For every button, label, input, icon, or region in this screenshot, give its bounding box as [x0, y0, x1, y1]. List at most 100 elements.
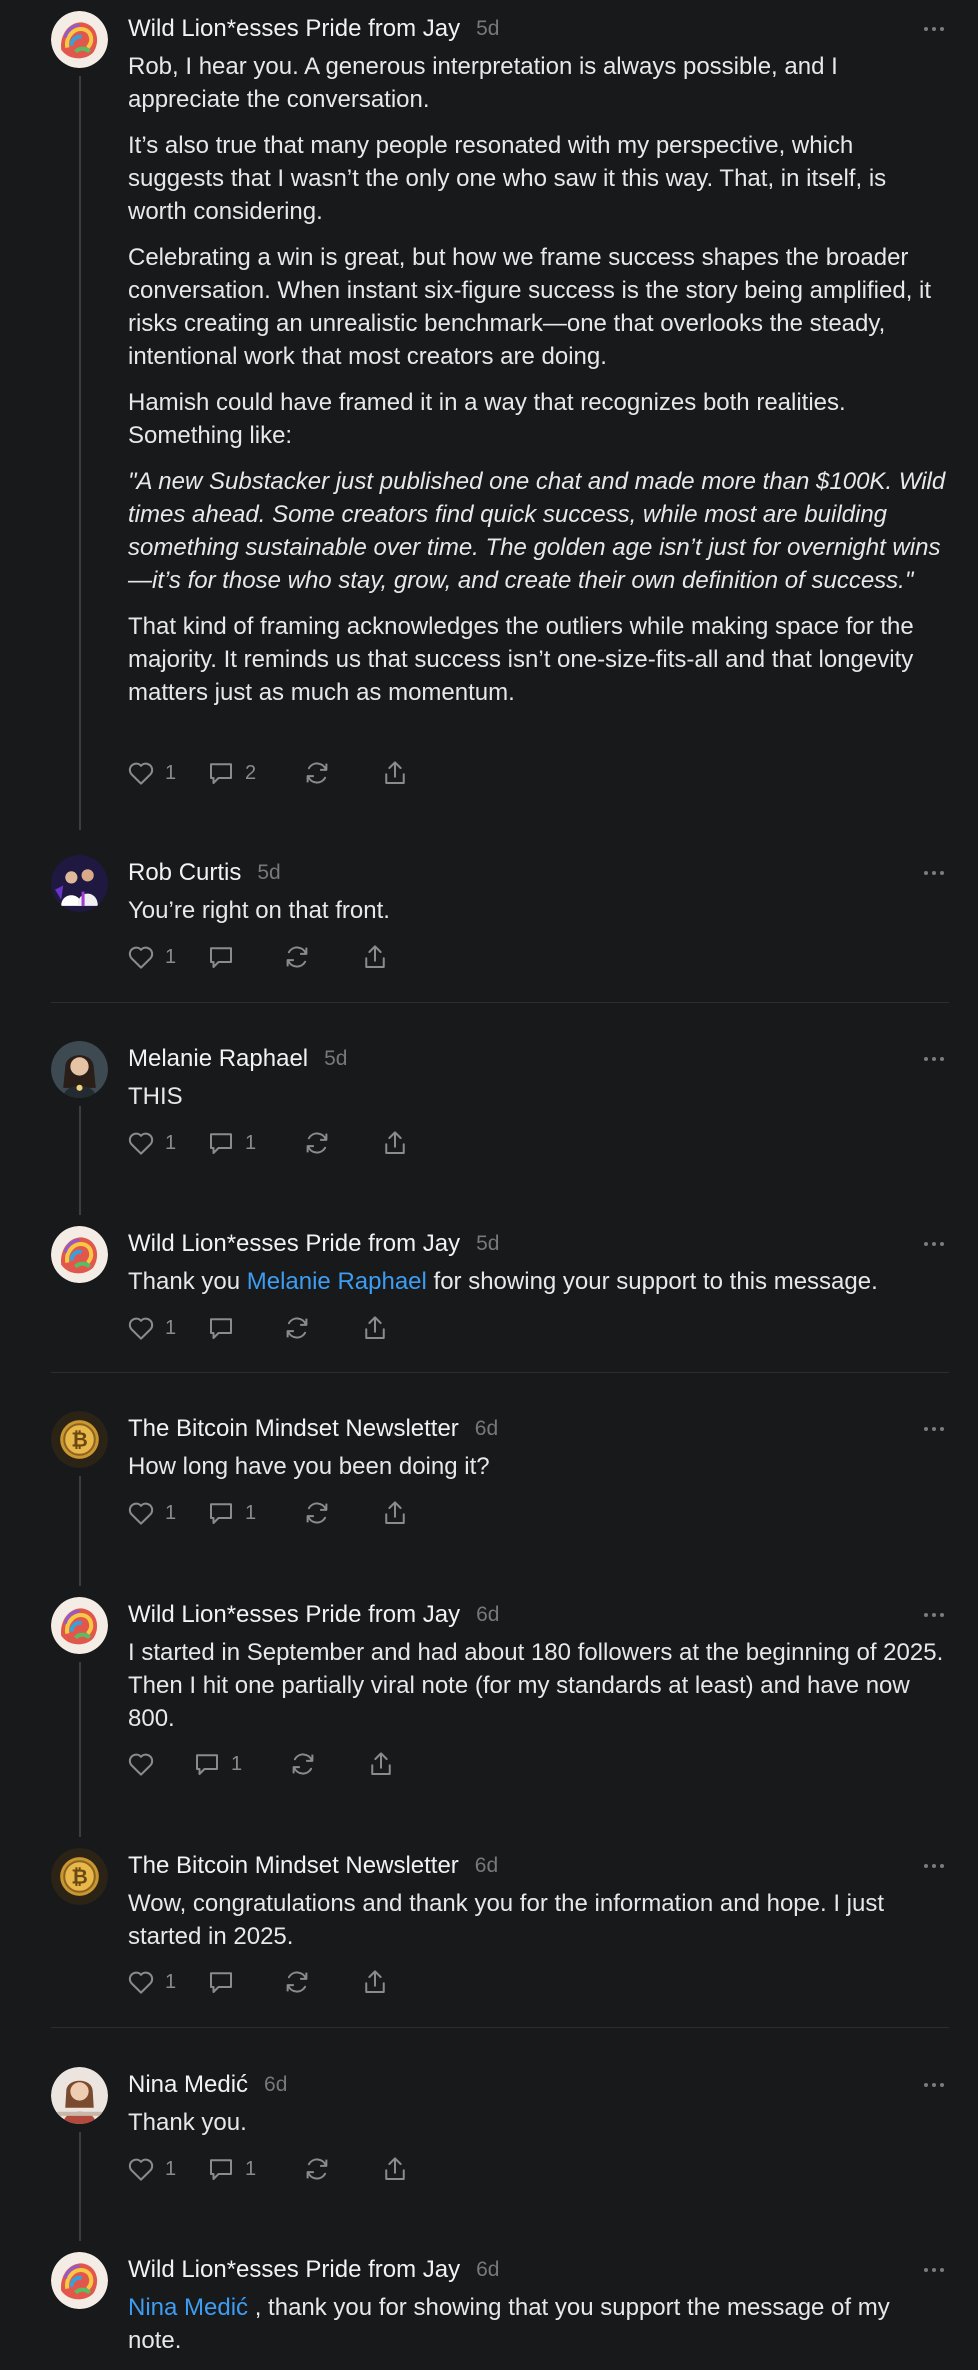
thread-line [79, 1476, 81, 1586]
more-options-icon[interactable] [914, 1604, 954, 1626]
avatar[interactable] [51, 1041, 108, 1098]
reply-button[interactable] [206, 1311, 282, 1345]
share-icon [365, 1970, 385, 1993]
comment: ₿ The Bitcoin Mindset Newsletter 6d How … [0, 1400, 978, 1586]
lion-avatar [51, 11, 108, 68]
author-name[interactable]: The Bitcoin Mindset Newsletter [128, 1415, 459, 1443]
reply-button[interactable] [206, 1965, 282, 1999]
comment-header: Wild Lion*esses Pride from Jay 6d [128, 1598, 499, 1632]
reply-button[interactable]: 1 [206, 1496, 302, 1530]
author-name[interactable]: Wild Lion*esses Pride from Jay [128, 2256, 460, 2284]
author-name[interactable]: Wild Lion*esses Pride from Jay [128, 15, 460, 43]
timestamp[interactable]: 6d [476, 1603, 499, 1627]
author-name[interactable]: Rob Curtis [128, 859, 241, 887]
comment-header: The Bitcoin Mindset Newsletter 6d [128, 1412, 498, 1446]
restack-button[interactable] [282, 1311, 360, 1345]
author-name[interactable]: Wild Lion*esses Pride from Jay [128, 1230, 460, 1258]
restack-button[interactable] [302, 2152, 380, 2186]
timestamp[interactable]: 5d [324, 1047, 347, 1071]
timestamp[interactable]: 5d [257, 861, 280, 885]
reply-button[interactable]: 2 [206, 756, 302, 790]
avatar[interactable] [51, 2067, 108, 2124]
more-options-icon[interactable] [914, 1418, 954, 1440]
more-options-icon[interactable] [914, 2259, 954, 2281]
svg-text:₿: ₿ [71, 1865, 88, 1889]
comment-text: How long have you been doing it? [128, 1453, 490, 1480]
user-mention[interactable]: Nina Medić [128, 2294, 248, 2321]
like-button[interactable] [126, 1747, 192, 1781]
quoted-paragraph: "A new Substacker just published one cha… [128, 468, 946, 594]
heart-icon [128, 1502, 154, 1525]
user-mention[interactable]: Melanie Raphael [247, 1268, 427, 1295]
restack-icon [286, 946, 308, 968]
reply-button[interactable]: 1 [192, 1747, 288, 1781]
avatar[interactable] [51, 1226, 108, 1283]
like-button[interactable]: 1 [126, 1496, 206, 1530]
timestamp[interactable]: 6d [475, 1417, 498, 1441]
share-button[interactable] [360, 1311, 420, 1345]
like-button[interactable]: 1 [126, 2152, 206, 2186]
restack-button[interactable] [288, 1747, 366, 1781]
avatar[interactable] [51, 855, 108, 912]
reply-button[interactable]: 1 [206, 1126, 302, 1160]
share-button[interactable] [360, 940, 420, 974]
timestamp[interactable]: 6d [475, 1854, 498, 1878]
thread-divider [51, 2027, 949, 2028]
comment-paragraph: That kind of framing acknowledges the ou… [128, 613, 914, 706]
share-icon [371, 1752, 391, 1775]
avatar[interactable]: ₿ [51, 1411, 108, 1468]
comment-feed: Wild Lion*esses Pride from Jay 5d Rob, I… [0, 0, 978, 2354]
more-options-icon[interactable] [914, 1233, 954, 1255]
reply-button[interactable] [206, 940, 282, 974]
reply-button[interactable]: 1 [206, 2152, 302, 2186]
restack-button[interactable] [302, 756, 380, 790]
comment-header: Wild Lion*esses Pride from Jay 5d [128, 1227, 499, 1261]
more-options-icon[interactable] [914, 862, 954, 884]
comment: Wild Lion*esses Pride from Jay 5d Rob, I… [0, 0, 978, 830]
comment-body: Wow, congratulations and thank you for t… [128, 1887, 948, 1966]
action-bar: 1 1 [126, 1496, 440, 1530]
like-button[interactable]: 1 [126, 1126, 206, 1160]
like-button[interactable]: 1 [126, 940, 206, 974]
more-options-icon[interactable] [914, 2074, 954, 2096]
restack-button[interactable] [282, 940, 360, 974]
restack-button[interactable] [282, 1965, 360, 1999]
restack-button[interactable] [302, 1126, 380, 1160]
restack-icon [306, 762, 328, 784]
author-name[interactable]: Wild Lion*esses Pride from Jay [128, 1601, 460, 1629]
avatar[interactable] [51, 11, 108, 68]
share-button[interactable] [360, 1965, 420, 1999]
author-name[interactable]: Nina Medić [128, 2071, 248, 2099]
share-button[interactable] [380, 1126, 440, 1160]
share-icon [385, 761, 405, 784]
like-count: 1 [165, 945, 177, 968]
thread-line [79, 2132, 81, 2241]
reply-count: 1 [231, 1752, 243, 1775]
like-button[interactable]: 1 [126, 1965, 206, 1999]
heart-icon [128, 1753, 154, 1776]
avatar[interactable] [51, 1597, 108, 1654]
timestamp[interactable]: 6d [264, 2073, 287, 2097]
thread-line [79, 76, 81, 830]
more-options-icon[interactable] [914, 1048, 954, 1070]
timestamp[interactable]: 5d [476, 1232, 499, 1256]
timestamp[interactable]: 6d [476, 2258, 499, 2282]
restack-button[interactable] [302, 1496, 380, 1530]
share-button[interactable] [366, 1747, 426, 1781]
share-button[interactable] [380, 2152, 440, 2186]
like-button[interactable]: 1 [126, 1311, 206, 1345]
avatar[interactable]: ₿ [51, 1848, 108, 1905]
comment-body: How long have you been doing it? [128, 1450, 948, 1496]
more-options-icon[interactable] [914, 1855, 954, 1877]
more-options-icon[interactable] [914, 18, 954, 40]
timestamp[interactable]: 5d [476, 17, 499, 41]
like-button[interactable]: 1 [126, 756, 206, 790]
share-button[interactable] [380, 1496, 440, 1530]
share-button[interactable] [380, 756, 440, 790]
avatar[interactable] [51, 2252, 108, 2309]
author-name[interactable]: Melanie Raphael [128, 1045, 308, 1073]
comment-text: Thank you Melanie Raphael for showing yo… [128, 1265, 948, 1298]
author-name[interactable]: The Bitcoin Mindset Newsletter [128, 1852, 459, 1880]
thread-line [79, 1106, 81, 1215]
heart-icon [128, 1317, 154, 1340]
